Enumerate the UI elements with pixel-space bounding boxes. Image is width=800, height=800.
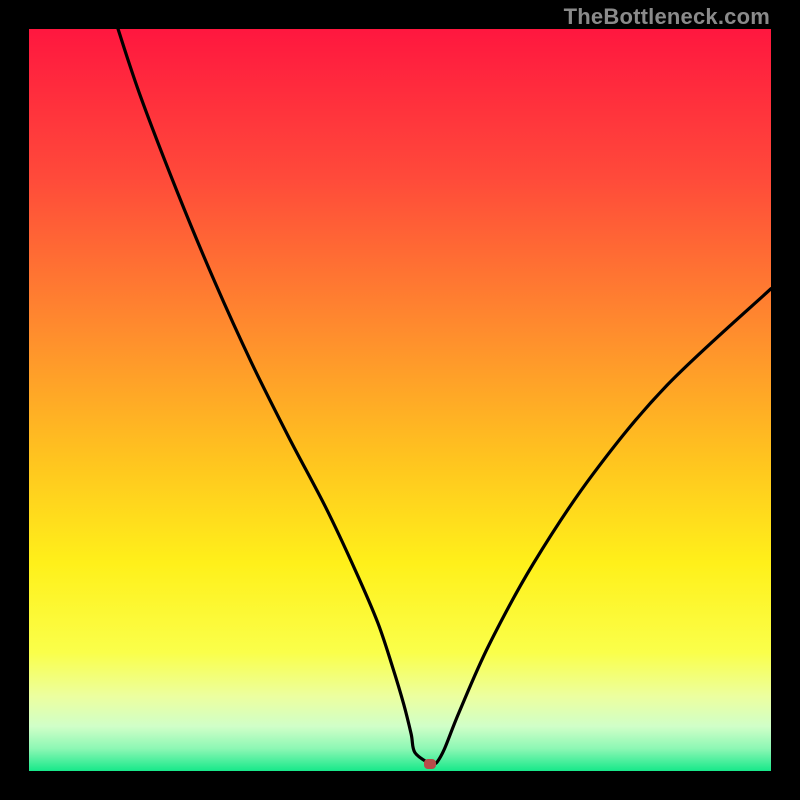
gradient-bg — [29, 29, 771, 771]
plot-area — [29, 29, 771, 771]
chart-svg — [29, 29, 771, 771]
chart-frame: TheBottleneck.com — [0, 0, 800, 800]
optimal-point-marker — [424, 759, 436, 769]
watermark-text: TheBottleneck.com — [564, 4, 770, 30]
